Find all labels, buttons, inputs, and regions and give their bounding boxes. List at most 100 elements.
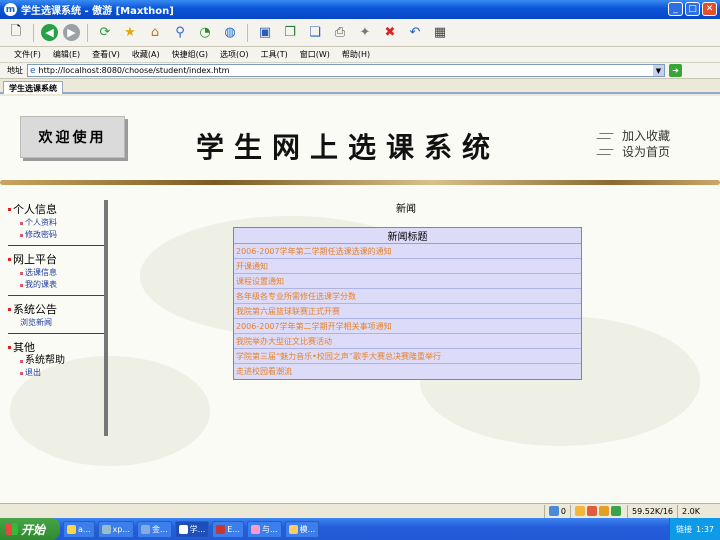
app-icon [250,524,260,534]
menu-groups[interactable]: 快捷组(G) [172,49,208,60]
home-icon[interactable]: ⌂ [145,23,165,43]
app-icon [216,524,226,534]
menu-window[interactable]: 窗口(W) [300,49,330,60]
window-icon [140,524,150,534]
toolbar-separator [33,23,34,42]
tab-student-system[interactable]: 学生选课系统 [3,81,63,94]
taskbar-item[interactable]: 金... [136,520,172,538]
tray-links[interactable]: 链接 [676,524,692,535]
address-input[interactable]: e http://localhost:8080/choose/student/i… [27,64,665,77]
bullet-icon [20,371,23,375]
search-icon[interactable]: ⚲ [170,23,190,43]
undo-icon[interactable]: ↶ [405,23,425,43]
forward-icon[interactable]: ▶ [63,24,80,41]
settings-icon[interactable] [599,506,609,516]
flash-toggle-icon[interactable] [587,506,597,516]
windows-flag-icon [6,523,18,535]
nav-group-platform: 网上平台 选课信息 我的课表 [8,251,104,296]
set-home-link[interactable]: 设为首页 [596,144,670,160]
news-row[interactable]: 我院举办大型征文比赛活动 [234,334,581,349]
script-toggle-icon[interactable] [611,506,621,516]
address-bar: 地址 e http://localhost:8080/choose/studen… [0,62,720,79]
status-bar: 0 59.52K/16 2.0K [0,503,720,518]
nav-item-course-info[interactable]: 选课信息 [8,267,104,279]
menu-edit[interactable]: 编辑(E) [53,49,80,60]
news-heading: 新闻 [396,204,416,215]
menu-help[interactable]: 帮助(H) [342,49,370,60]
status-popup-counter[interactable]: 0 [543,504,570,518]
add-favorite-link[interactable]: 加入收藏 [596,128,670,144]
tools-icon[interactable]: ✦ [355,23,375,43]
news-row[interactable]: 2006-2007学年第二学期开学相关事项通知 [234,319,581,334]
back-icon[interactable]: ◀ [41,24,58,41]
menu-bar: 文件(F) 编辑(E) 查看(V) 收藏(A) 快捷组(G) 选项(O) 工具(… [0,47,720,62]
news-row[interactable]: 走进校园看潮流 [234,364,581,379]
toolbar-separator [247,23,248,42]
menu-view[interactable]: 查看(V) [92,49,120,60]
news-row[interactable]: 开课通知 [234,259,581,274]
nav-item-browse-news[interactable]: 浏览新闻 [8,317,104,329]
menu-favorites[interactable]: 收藏(A) [132,49,160,60]
close-button[interactable]: ✕ [702,2,717,16]
menu-file[interactable]: 文件(F) [14,49,41,60]
maxthon-icon: m [4,3,17,16]
system-tray: 链接 1:37 [669,518,720,540]
globe-icon[interactable]: ◍ [220,23,240,43]
bullet-icon [8,345,11,349]
status-tools [570,504,627,518]
nav-item-help[interactable]: 系统帮助 [8,355,104,367]
bullet-icon [20,271,23,275]
copy-icon[interactable]: ❐ [280,23,300,43]
nav-item-my-schedule[interactable]: 我的课表 [8,279,104,291]
news-row[interactable]: 2006-2007学年第二学期任选课选课的通知 [234,244,581,259]
header-divider [0,180,720,185]
nav-heading: 个人信息 [8,201,104,217]
close-tab-icon[interactable]: ✖ [380,23,400,43]
taskbar-item[interactable]: xp... [97,520,134,538]
new-page-icon[interactable]: 🗋 [6,23,26,43]
window-controls: _ □ ✕ [668,2,717,16]
save-icon[interactable]: ▣ [255,23,275,43]
menu-options[interactable]: 选项(O) [220,49,249,60]
news-row[interactable]: 课程设置通知 [234,274,581,289]
taskbar-item[interactable]: 与... [246,520,282,538]
taskbar-item[interactable]: E... [212,520,244,538]
news-row[interactable]: 学院第三届“魅力音乐•校园之声”歌手大赛总决赛隆重举行 [234,349,581,364]
menu-tools[interactable]: 工具(T) [261,49,288,60]
paste-icon[interactable]: ❏ [305,23,325,43]
print-icon[interactable]: ⎙ [330,23,350,43]
minimize-button[interactable]: _ [668,2,683,16]
taskbar-item[interactable]: a... [63,520,95,538]
nav-divider [104,200,108,436]
top-links: 加入收藏 设为首页 [596,128,670,160]
news-row[interactable]: 我院第六届篮球联赛正式开赛 [234,304,581,319]
taskbar-item[interactable]: 模... [284,520,320,538]
page-icon: e [30,65,36,76]
go-button[interactable]: ➜ [669,64,682,77]
status-size: 2.0K [677,504,720,518]
app-icon [288,524,298,534]
maximize-button[interactable]: □ [685,2,700,16]
bullet-icon [20,233,23,237]
history-icon[interactable]: ◔ [195,23,215,43]
news-column-header: 新闻标题 [234,228,581,244]
address-dropdown-icon[interactable]: ▼ [653,65,664,76]
refresh-icon[interactable]: ⟳ [95,23,115,43]
bullet-icon [8,307,11,311]
site-title: 学生网上选课系统 [196,131,501,164]
arrow-icon [596,149,614,155]
popup-block-icon [548,506,559,516]
news-row[interactable]: 各年级各专业所需修任选课学分数 [234,289,581,304]
news-table: 新闻标题 2006-2007学年第二学期任选课选课的通知 开课通知 课程设置通知… [233,227,582,380]
favorites-star-icon[interactable]: ★ [120,23,140,43]
nav-group-other: 其他 系统帮助 退出 [8,339,104,383]
start-button[interactable]: 开始 [0,518,60,540]
taskbar-item-active[interactable]: 学... [174,520,210,538]
layout-icon[interactable]: ▦ [430,23,450,43]
nav-item-change-password[interactable]: 修改密码 [8,229,104,241]
image-toggle-icon[interactable] [575,506,585,516]
maxthon-icon [178,524,188,534]
clock: 1:37 [696,524,714,534]
nav-item-profile[interactable]: 个人资料 [8,217,104,229]
nav-item-logout[interactable]: 退出 [8,367,104,379]
